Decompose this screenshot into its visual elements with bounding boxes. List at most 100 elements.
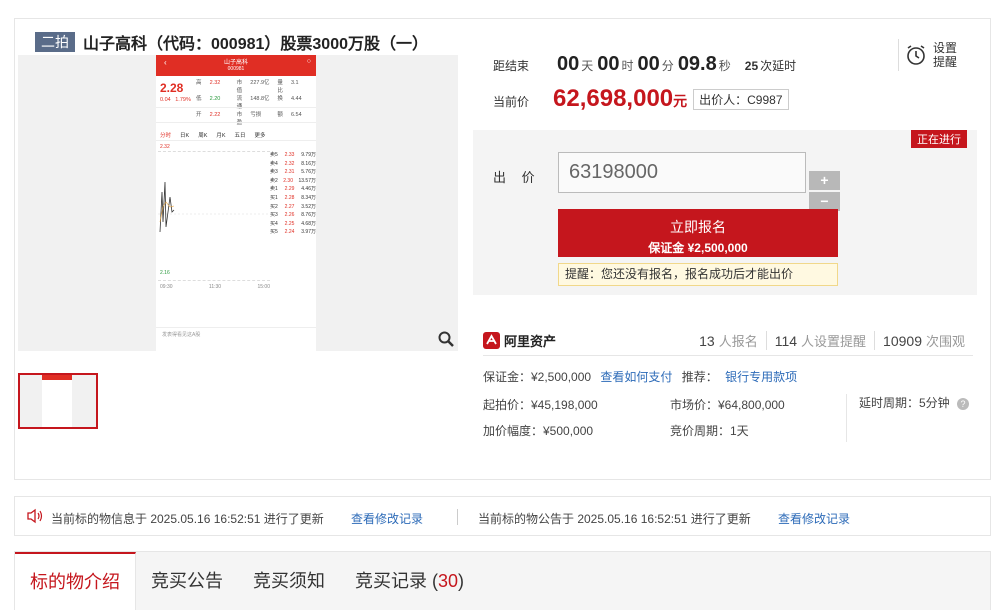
set-reminder-button[interactable]: 设置提醒 <box>898 39 959 71</box>
notice-divider <box>457 509 458 525</box>
bid-period: 竞价周期：1天 <box>670 424 749 438</box>
app-ad-strip <box>156 107 316 123</box>
signup-button[interactable]: 立即报名 保证金 ¥2,500,000 <box>558 209 838 257</box>
chart-low-label: 2.16 <box>160 270 170 276</box>
app-search-icon: ○ <box>306 58 311 65</box>
minutes-unit: 分 <box>661 59 674 73</box>
title-row: 二拍 山子高科（代码：000981）股票3000万股（一） <box>35 31 428 53</box>
item-change-log-link[interactable]: 查看修改记录 <box>351 510 423 527</box>
tab-records[interactable]: 竞买记录 (30) <box>340 552 479 610</box>
main-image[interactable]: ‹ 山子高科 000981 ○ 2.28 0.04 1.79% 高 2.32 市值 2… <box>18 55 458 351</box>
order-book-cell: 2.28 <box>284 194 295 201</box>
order-book-cell: 4.46万 <box>301 186 316 193</box>
order-book-row: 卖1 2.29 4.46万 <box>270 185 316 194</box>
order-book-cell: 卖4 <box>270 160 278 167</box>
order-book-row: 卖4 2.32 8.16万 <box>270 160 316 169</box>
app-stat-row: 高 2.32 市值 227.9亿 量比 3.1 <box>196 79 314 95</box>
tab-announcement[interactable]: 竞买公告 <box>136 552 238 610</box>
page-title: 山子高科（代码：000981）股票3000万股（一） <box>83 36 428 53</box>
order-book-cell: 卖1 <box>270 186 278 193</box>
app-back-icon: ‹ <box>164 58 167 67</box>
bid-label: 出 价 <box>493 170 541 185</box>
order-book-cell: 买5 <box>270 229 278 236</box>
auction-stats: 13 人报名 114 人设置提醒 10909 次围观 <box>691 331 973 350</box>
app-tab: 更多 <box>254 133 266 139</box>
records-count: 30 <box>438 571 459 591</box>
app-stat-cell: 量比 <box>277 80 283 94</box>
market-price: 市场价：¥64,800,000 <box>670 398 785 412</box>
reminder-text: 人设置提醒 <box>801 334 867 349</box>
announce-change-log-link[interactable]: 查看修改记录 <box>778 510 850 527</box>
countdown-label: 距结束 <box>493 59 530 73</box>
app-stat-cell: 3.1 <box>290 80 299 86</box>
app-tab: 月K <box>216 133 226 139</box>
tab-notice[interactable]: 竞买须知 <box>238 552 340 610</box>
views-text: 次围观 <box>925 334 965 349</box>
app-bottom-bar: 发表得看见这A股 <box>156 327 316 341</box>
image-thumbnail[interactable] <box>18 373 98 429</box>
bank-account-link[interactable]: 银行专用款项 <box>725 370 797 384</box>
order-book-cell: 2.27 <box>284 203 295 210</box>
order-book-cell: 2.33 <box>284 152 295 158</box>
app-stat-cell: 高 <box>196 80 202 86</box>
order-book-cell: 2.30 <box>283 177 293 184</box>
item-update-text: 当前标的物信息于 2025.05.16 16:52:51 进行了更新 <box>51 512 324 526</box>
order-book-row: 买3 2.26 8.76万 <box>270 211 316 220</box>
countdown-hours: 00 <box>597 53 620 75</box>
reminder-label: 设置提醒 <box>933 41 958 69</box>
order-book-cell: 8.34万 <box>301 194 316 201</box>
app-change: 0.04 1.79% <box>160 97 191 103</box>
order-book-cell: 买3 <box>270 212 278 219</box>
ali-logo-icon <box>483 332 500 349</box>
order-book-row: 卖2 2.30 13.57万 <box>270 177 316 186</box>
delay-text: 次延时 <box>760 59 797 73</box>
order-book-row: 卖3 2.31 5.76万 <box>270 168 316 177</box>
hours-unit: 时 <box>621 59 634 73</box>
thumbnail-preview <box>42 375 72 427</box>
start-price: 起拍价：¥45,198,000 <box>483 398 598 412</box>
current-price-unit: 元 <box>673 93 688 109</box>
countdown-minutes: 00 <box>637 53 660 75</box>
reminder-count: 114 <box>774 333 798 349</box>
chart-high-label: 2.32 <box>160 144 170 150</box>
order-book-cell: 8.76万 <box>301 212 316 219</box>
days-unit: 天 <box>581 59 594 73</box>
order-book-cell: 13.57万 <box>298 177 316 184</box>
speaker-icon <box>27 508 43 524</box>
order-book-cell: 买4 <box>270 220 278 227</box>
tab-item-intro[interactable]: 标的物介绍 <box>15 552 136 610</box>
app-stat-cell: 市值 <box>236 80 243 94</box>
order-book-cell: 4.68万 <box>301 220 316 227</box>
app-tab: 分时 <box>160 133 172 139</box>
app-change-value: 0.04 <box>160 97 171 103</box>
detail-tabs: 标的物介绍 竞买公告 竞买须知 竞买记录 (30) <box>14 551 991 610</box>
intraday-line <box>158 181 270 233</box>
deposit-value: 保证金：¥2,500,000 <box>483 370 592 384</box>
bid-panel: 正在进行 出 价 + − 立即报名 保证金 ¥2,500,000 提醒：您还没有… <box>473 130 977 295</box>
deposit-label: 保证金 ¥2,500,000 <box>648 241 748 255</box>
order-book-cell: 2.32 <box>284 160 295 167</box>
signup-tip: 提醒：您还没有报名，报名成功后才能出价 <box>558 263 838 286</box>
order-book-cell: 2.29 <box>284 186 295 193</box>
order-book-cell: 2.31 <box>284 169 295 176</box>
order-book-row: 买2 2.27 3.52万 <box>270 203 316 212</box>
app-stat-cell: 227.9亿 <box>250 80 270 86</box>
bid-amount-input[interactable] <box>558 152 806 193</box>
app-change-pct: 1.79% <box>175 97 191 103</box>
help-icon[interactable]: ? <box>957 398 970 410</box>
app-tab: 日K <box>180 133 190 139</box>
order-book-cell: 9.79万 <box>301 152 316 158</box>
bidder-badge: 出价人：C9987 <box>693 89 789 110</box>
signup-stat: 13 人报名 <box>691 331 766 350</box>
order-book-row: 卖5 2.33 9.79万 <box>270 151 316 160</box>
current-price-row: 当前价 62,698,000 元 出价人：C9987 <box>493 85 789 113</box>
recommend-label: 推荐： <box>681 370 718 384</box>
increase-bid-button[interactable]: + <box>809 171 840 190</box>
app-tab: 周K <box>198 133 208 139</box>
app-tab: 五日 <box>234 133 246 139</box>
order-book-cell: 2.24 <box>284 229 295 236</box>
signup-label: 立即报名 <box>670 219 726 235</box>
zoom-icon[interactable] <box>437 330 455 348</box>
how-to-pay-link[interactable]: 查看如何支付 <box>600 370 672 384</box>
tab-records-label: 竞买记录 <box>355 571 427 591</box>
